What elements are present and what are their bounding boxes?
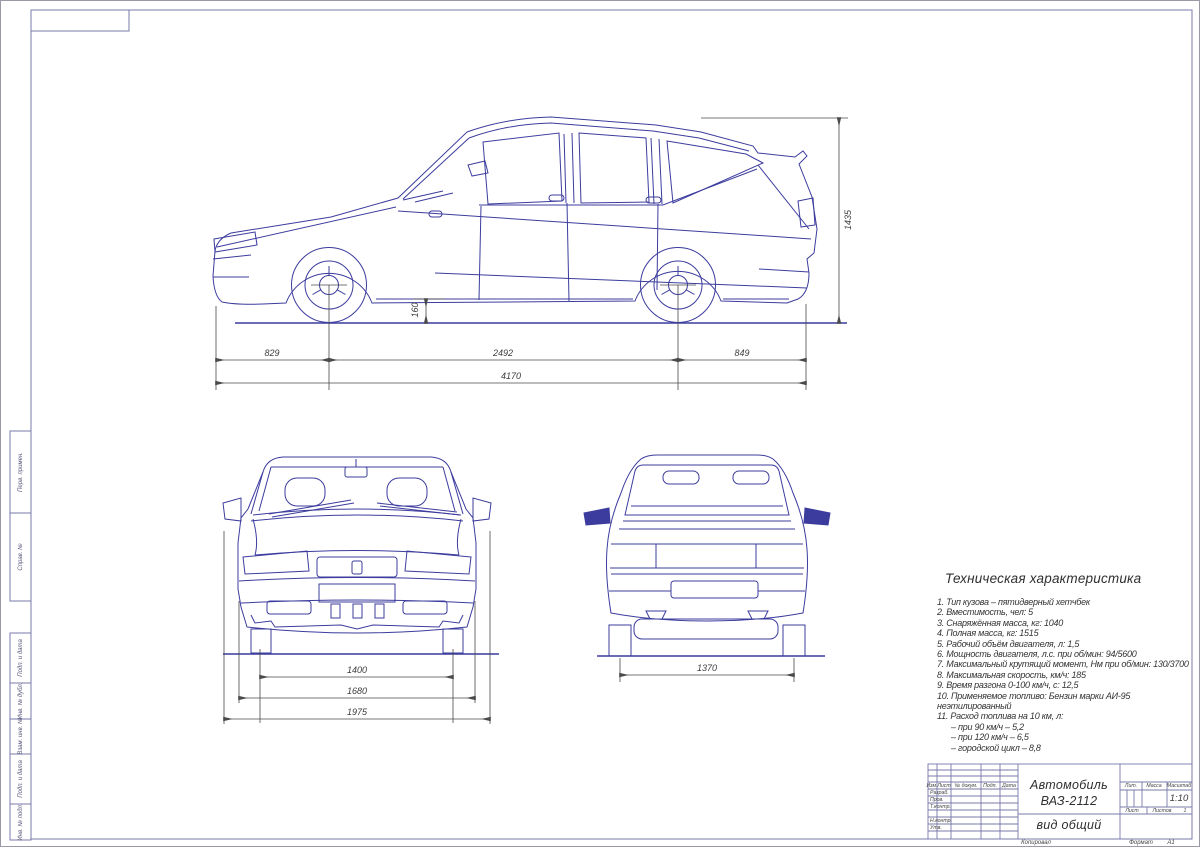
title-block-row-utv: Утв. [930,825,942,831]
tech-spec-item: 7. Максимальный крутящий момент, Нм при … [937,659,1193,669]
scale-value: 1:10 [1170,793,1189,804]
tech-spec-item: 8. Максимальная скорость, км/ч: 185 [937,670,1193,680]
dim-overall-width: 1975 [347,707,367,717]
title-block-sheets-value: 1 [1184,808,1187,814]
car-front-view [223,457,491,653]
car-rear-view [584,455,830,656]
title-block-row-prov: Пров. [930,797,944,803]
dim-front-track: 1400 [347,665,367,675]
margin-label-inv-podl: Инв. № подл. [18,803,24,840]
title-block-mass-label: Масса [1146,783,1161,789]
title-block-lit-label: Лит. [1125,783,1137,789]
tech-spec-subitem: – при 120 км/ч – 6,5 [951,732,1193,742]
tech-spec-item: 6. Мощность двигателя, л.с. при об/мин: … [937,649,1193,659]
margin-label-podp-data-2: Подп. и дата [18,760,24,798]
tech-spec-item: 11. Расход топлива на 10 км, л: [937,711,1193,721]
tech-spec-item: 5. Рабочий объём двигателя, л: 1,5 [937,639,1193,649]
car-side-view [213,117,817,323]
dim-front-overhang: 829 [264,348,279,358]
tech-spec-list: 1. Тип кузова – пятидверный хетчбек 2. В… [937,597,1193,753]
dim-body-width: 1680 [347,686,367,696]
doc-title-line2: ВАЗ-2112 [1041,794,1098,808]
dim-rear-track: 1370 [697,663,717,673]
format-label: Формат [1129,840,1153,846]
tech-spec-item: 9. Время разгона 0-100 км/ч, с: 12,5 [937,680,1193,690]
title-block-row-razrab: Разраб. [930,790,949,796]
tech-spec-item: 3. Снаряжённая масса, кг: 1040 [937,618,1193,628]
title-block-sheet-label: Лист [1125,808,1138,814]
dim-overall-length: 4170 [501,371,521,381]
tech-spec-item: 10. Применяемое топливо: Бензин марки АИ… [937,691,1193,712]
title-block-row-tkontr: Т.контр. [930,804,951,810]
ground-lines [223,323,847,656]
doc-title-line1: Автомобиль [1030,778,1108,792]
title-block-col-podp: Подп. [983,783,997,789]
title-block-sheets-label: Листов [1153,808,1172,814]
dim-overall-height: 1435 [843,210,853,230]
title-block-col-data: Дата [1002,783,1016,789]
dim-rear-overhang: 849 [734,348,749,358]
copied-label: Копировал [1021,840,1051,846]
title-block-row-nkontr: Н.контр. [930,818,952,824]
dimension-lines [216,118,848,724]
dim-wheelbase: 2492 [493,348,513,358]
title-block-col-list: Лист [937,783,950,789]
title-block-col-doc: № докум. [955,783,978,789]
tech-spec-item: 4. Полная масса, кг: 1515 [937,628,1193,638]
title-block-scale-label: Масштаб [1167,783,1191,789]
margin-label-perv-primen: Перв. примен. [18,452,24,492]
format-value: А1 [1167,840,1174,846]
view-title: вид общий [1036,818,1101,832]
title-block-col-izm: Изм. [926,783,937,789]
tech-spec-item: 1. Тип кузова – пятидверный хетчбек [937,597,1193,607]
dim-ground-clearance: 160 [410,302,420,317]
drawing-sheet: 829 2492 849 4170 160 1435 1400 1680 197… [0,0,1200,847]
tech-spec-subitem: – городской цикл – 8,8 [951,743,1193,753]
margin-label-vzam-inv: Взам. инв. № [18,717,24,754]
margin-label-podp-data-1: Подп. и дата [18,639,24,677]
top-left-box [31,10,129,31]
margin-label-inv-dubl: Инв. № дубл. [18,683,24,720]
margin-label-sprav-no: Справ. № [18,543,24,570]
tech-spec-title: Техническая характеристика [945,571,1141,586]
tech-spec-item: 2. Вместимость, чел: 5 [937,607,1193,617]
tech-spec-subitem: – при 90 км/ч – 5,2 [951,722,1193,732]
